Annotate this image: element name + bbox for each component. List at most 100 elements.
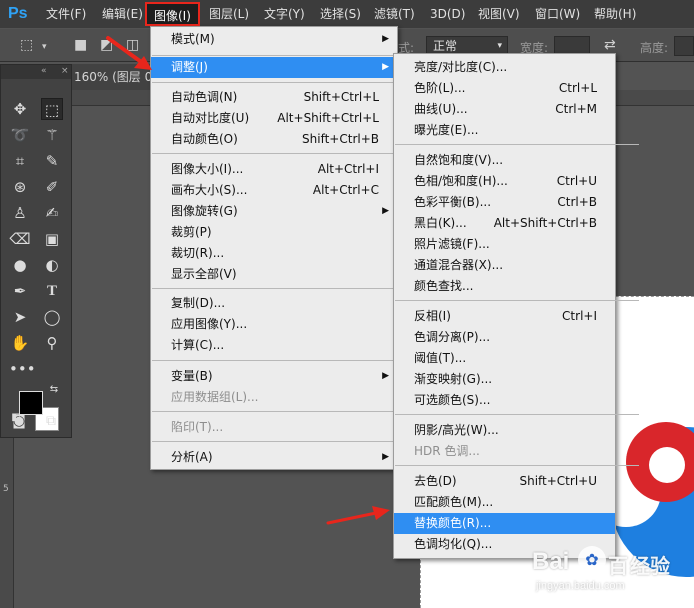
- menu-item-threshold[interactable]: 阈值(T)...: [394, 348, 615, 369]
- quick-mask-icon[interactable]: [9, 437, 31, 459]
- lasso-tool-icon[interactable]: ➰: [9, 124, 31, 146]
- menu-item-label: 自动对比度(U): [171, 111, 250, 125]
- menu-separator: [395, 144, 639, 145]
- height-field[interactable]: [674, 36, 694, 56]
- image-shape: [649, 447, 685, 483]
- menu-item-calculations[interactable]: 计算(C)...: [151, 335, 397, 356]
- rect-marquee-tool-icon[interactable]: ⬚: [41, 98, 63, 120]
- menu-item-gradient-map[interactable]: 渐变映射(G)...: [394, 369, 615, 390]
- history-brush-tool-icon[interactable]: ✍: [41, 202, 63, 224]
- menu-item-shadows-highlights[interactable]: 阴影/高光(W)...: [394, 420, 615, 441]
- style-select-value: 正常: [433, 39, 458, 53]
- menu-item-label: 裁剪(P): [171, 225, 212, 239]
- menu-item-trim[interactable]: 裁切(R)...: [151, 243, 397, 264]
- menu-window[interactable]: 窗口(W): [535, 6, 580, 22]
- menu-item-hue-saturation[interactable]: 色相/饱和度(H)... Ctrl+U: [394, 171, 615, 192]
- more-tools-icon[interactable]: •••: [9, 358, 36, 380]
- move-tool-icon[interactable]: ✥: [9, 98, 31, 120]
- menu-item-label: 应用图像(Y)...: [171, 317, 248, 331]
- menu-item-label: 裁切(R)...: [171, 246, 225, 260]
- menu-item-photo-filter[interactable]: 照片滤镜(F)...: [394, 234, 615, 255]
- crop-tool-icon[interactable]: ⌗: [9, 150, 31, 172]
- menu-item-invert[interactable]: 反相(I) Ctrl+I: [394, 306, 615, 327]
- menu-item-shortcut: Ctrl+B: [557, 195, 597, 209]
- menu-type[interactable]: 文字(Y): [264, 6, 305, 22]
- menu-item-label: 调整(J): [171, 60, 208, 74]
- menu-item-desaturate[interactable]: 去色(D) Shift+Ctrl+U: [394, 471, 615, 492]
- menu-item-auto-contrast[interactable]: 自动对比度(U) Alt+Shift+Ctrl+L: [151, 108, 397, 129]
- brush-tool-icon[interactable]: ✐: [41, 176, 63, 198]
- zoom-tool-icon[interactable]: ⚲: [41, 332, 63, 354]
- eyedropper-tool-icon[interactable]: ✎: [41, 150, 63, 172]
- menu-item-label: 画布大小(S)...: [171, 183, 248, 197]
- path-select-tool-icon[interactable]: ➤: [9, 306, 31, 328]
- menu-image[interactable]: 图像(I): [145, 2, 200, 26]
- menu-item-color-lookup[interactable]: 颜色查找...: [394, 276, 615, 297]
- healing-tool-icon[interactable]: ⊛: [9, 176, 31, 198]
- menu-item-crop[interactable]: 裁剪(P): [151, 222, 397, 243]
- magic-wand-tool-icon[interactable]: ⚚: [41, 124, 63, 146]
- submenu-arrow-icon: ▶: [382, 34, 389, 44]
- menu-item-curves[interactable]: 曲线(U)... Ctrl+M: [394, 99, 615, 120]
- hand-tool-icon[interactable]: ✋: [9, 332, 31, 354]
- menu-layer[interactable]: 图层(L): [209, 6, 249, 22]
- menu-item-posterize[interactable]: 色调分离(P)...: [394, 327, 615, 348]
- menu-select[interactable]: 选择(S): [320, 6, 361, 22]
- swap-icon[interactable]: ⇄: [604, 37, 616, 53]
- menu-item-color-balance[interactable]: 色彩平衡(B)... Ctrl+B: [394, 192, 615, 213]
- menu-help[interactable]: 帮助(H): [594, 6, 636, 22]
- menu-item-auto-color[interactable]: 自动颜色(O) Shift+Ctrl+B: [151, 129, 397, 150]
- menu-item-match-color[interactable]: 匹配颜色(M)...: [394, 492, 615, 513]
- menu-item-channel-mixer[interactable]: 通道混合器(X)...: [394, 255, 615, 276]
- new-selection-icon[interactable]: ■: [74, 37, 87, 53]
- menu-item-variables[interactable]: 变量(B) ▶: [151, 366, 397, 387]
- menu-item-vibrance[interactable]: 自然饱和度(V)...: [394, 150, 615, 171]
- ruler-number: 5: [3, 484, 9, 494]
- ellipse-tool-icon[interactable]: ◯: [41, 306, 63, 328]
- menu-item-canvas-size[interactable]: 画布大小(S)... Alt+Ctrl+C: [151, 180, 397, 201]
- menu-item-exposure[interactable]: 曝光度(E)...: [394, 120, 615, 141]
- menu-item-label: 曲线(U)...: [414, 102, 468, 116]
- blur-tool-icon[interactable]: ●: [9, 254, 31, 276]
- menu-item-apply-image[interactable]: 应用图像(Y)...: [151, 314, 397, 335]
- menu-item-image-size[interactable]: 图像大小(I)... Alt+Ctrl+I: [151, 159, 397, 180]
- menu-filter[interactable]: 滤镜(T): [374, 6, 415, 22]
- eraser-tool-icon[interactable]: ⌫: [9, 228, 31, 250]
- menu-file[interactable]: 文件(F): [46, 6, 86, 22]
- marquee-preset-icon[interactable]: ⬚: [20, 37, 33, 53]
- photoshop-logo: Ps: [8, 5, 28, 22]
- menu-item-image-rotation[interactable]: 图像旋转(G) ▶: [151, 201, 397, 222]
- toolbox-header[interactable]: « ×: [1, 65, 71, 79]
- chevron-down-icon[interactable]: ▾: [42, 39, 47, 55]
- pen-tool-icon[interactable]: ✒: [9, 280, 31, 302]
- type-tool-icon[interactable]: T: [41, 280, 63, 302]
- stamp-tool-icon[interactable]: ♙: [9, 202, 31, 224]
- quick-mask-icon[interactable]: ◙: [8, 413, 30, 431]
- menu-item-duplicate[interactable]: 复制(D)...: [151, 293, 397, 314]
- menu-item-hdr-toning: HDR 色调...: [394, 441, 615, 462]
- menu-item-reveal-all[interactable]: 显示全部(V): [151, 264, 397, 285]
- menu-item-analysis[interactable]: 分析(A) ▶: [151, 447, 397, 468]
- menu-item-label: 自然饱和度(V)...: [414, 153, 504, 167]
- menu-item-replace-color[interactable]: 替换颜色(R)...: [394, 513, 615, 534]
- close-icon[interactable]: ×: [61, 66, 69, 76]
- menu-3d[interactable]: 3D(D): [430, 6, 465, 22]
- menu-item-label: 应用数据组(L)...: [171, 390, 259, 404]
- collapse-icon[interactable]: «: [41, 66, 47, 76]
- gradient-tool-icon[interactable]: ▣: [41, 228, 63, 250]
- submenu-arrow-icon: ▶: [382, 62, 389, 72]
- menu-item-selective-color[interactable]: 可选颜色(S)...: [394, 390, 615, 411]
- menu-separator: [152, 411, 396, 412]
- menu-edit[interactable]: 编辑(E): [102, 6, 143, 22]
- menu-item-adjust[interactable]: 调整(J) ▶: [151, 57, 397, 78]
- menu-item-mode[interactable]: 模式(M) ▶: [151, 29, 397, 50]
- menu-view[interactable]: 视图(V): [478, 6, 520, 22]
- menu-item-black-white[interactable]: 黑白(K)... Alt+Shift+Ctrl+B: [394, 213, 615, 234]
- dodge-tool-icon[interactable]: ◐: [41, 254, 63, 276]
- menu-item-levels[interactable]: 色阶(L)... Ctrl+L: [394, 78, 615, 99]
- foreground-color-swatch[interactable]: [19, 391, 43, 415]
- screen-mode-icon[interactable]: ⧉: [40, 413, 62, 431]
- menu-item-auto-tone[interactable]: 自动色调(N) Shift+Ctrl+L: [151, 87, 397, 108]
- swap-colors-icon[interactable]: ⇆: [47, 383, 61, 397]
- menu-item-brightness-contrast[interactable]: 亮度/对比度(C)...: [394, 57, 615, 78]
